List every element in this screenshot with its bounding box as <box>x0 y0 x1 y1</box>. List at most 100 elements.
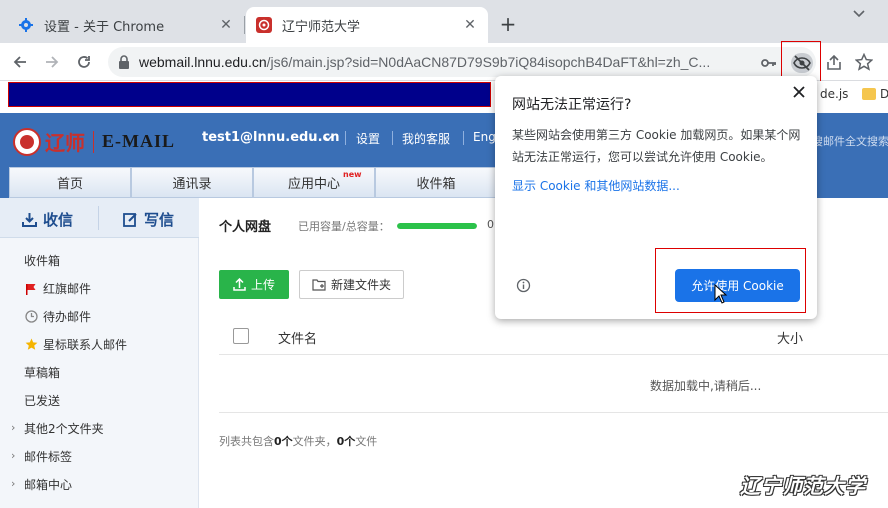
column-header-name[interactable]: 文件名 <box>278 328 317 347</box>
chevron-right-icon[interactable]: › <box>11 421 15 434</box>
folder-icon <box>862 88 876 100</box>
settings-link[interactable]: 设置 <box>356 130 380 147</box>
arrow-right-icon <box>46 56 59 68</box>
mouse-cursor-icon <box>714 284 728 304</box>
summary-suffix: 文件 <box>355 435 378 448</box>
tab-home[interactable]: 首页 <box>9 167 131 198</box>
url-text[interactable]: webmail.lnnu.edu.cn/js6/main.jsp?sid=N0d… <box>139 54 749 70</box>
sidebar-item-label: 红旗邮件 <box>43 282 92 296</box>
forward-button[interactable] <box>41 51 63 73</box>
column-header-size[interactable]: 大小 <box>777 328 803 347</box>
sidebar-item-label: 其他2个文件夹 <box>24 422 104 436</box>
select-all-checkbox[interactable] <box>233 328 249 344</box>
support-link[interactable]: 我的客服 <box>402 130 450 147</box>
close-icon[interactable]: ✕ <box>218 17 234 33</box>
chevron-down-icon[interactable] <box>322 132 334 144</box>
usage-label: 已用容量/总容量： <box>298 220 390 233</box>
allow-button-highlight-box <box>655 248 806 313</box>
page-title: 个人网盘 <box>219 220 272 235</box>
upload-button[interactable]: 上传 <box>219 270 289 299</box>
new-tab-button[interactable]: + <box>497 14 519 36</box>
new-badge: new <box>343 170 362 179</box>
info-icon[interactable] <box>516 278 531 293</box>
tab-app-center[interactable]: 应用中心 new <box>253 167 375 198</box>
sidebar-item-label: 星标联系人邮件 <box>43 338 128 352</box>
sidebar-item-other-folders[interactable]: 其他2个文件夹 <box>24 420 104 437</box>
sidebar-item-todo[interactable]: 待办邮件 <box>24 308 91 325</box>
summary-prefix: 列表共包含 <box>219 435 274 448</box>
sidebar-item-flagged[interactable]: 红旗邮件 <box>24 280 91 297</box>
tab-contacts[interactable]: 通讯录 <box>131 167 253 198</box>
usage-progress-bar <box>397 223 477 229</box>
arrow-left-icon <box>13 56 26 68</box>
compose-label: 写信 <box>144 211 175 229</box>
sidebar-item-starred[interactable]: 星标联系人邮件 <box>24 336 127 353</box>
sidebar-item-label: 待办邮件 <box>43 310 92 324</box>
show-cookies-link[interactable]: 显示 Cookie 和其他网站数据... <box>512 177 680 194</box>
mail-logo[interactable]: 辽师 E-MAIL <box>13 127 175 156</box>
sidebar-item-label: 邮箱中心 <box>24 478 73 492</box>
bookmark-star-icon[interactable] <box>855 53 873 71</box>
sidebar: 收信 写信 收件箱 红旗邮件 待办邮件 星标联系人邮件 草稿箱 已发送 › 其他… <box>0 198 199 508</box>
url-path: /js6/main.jsp?sid=N0dAaCN87D79S9b7iQ84is… <box>266 54 711 70</box>
sidebar-item-label: 收件箱 <box>24 254 61 268</box>
popup-title: 网站无法正常运行? <box>512 97 632 113</box>
university-watermark: 辽宁师范大学 <box>740 474 866 498</box>
new-folder-icon <box>312 279 326 291</box>
new-folder-label: 新建文件夹 <box>330 278 391 292</box>
logo-text: 辽师 <box>45 131 85 155</box>
new-folder-button[interactable]: 新建文件夹 <box>299 270 404 299</box>
clock-icon <box>24 310 38 324</box>
popup-body: 某些网站会使用第三方 Cookie 加载网页。如果某个网站无法正常运行，您可以尝… <box>512 128 801 164</box>
table-header: 文件名 大小 <box>219 319 888 355</box>
compose-button[interactable]: 写信 <box>123 209 174 230</box>
back-button[interactable] <box>9 51 31 73</box>
upload-icon <box>233 278 246 291</box>
loading-text: 数据加载中,请稍后... <box>650 379 762 393</box>
reload-button[interactable] <box>73 51 95 73</box>
download-icon <box>22 213 37 227</box>
user-account[interactable]: test1@lnnu.edu.cn <box>202 130 339 145</box>
close-icon[interactable]: ✕ <box>462 17 478 33</box>
university-seal-icon <box>13 127 41 156</box>
tab-inbox[interactable]: 收件箱 <box>375 167 497 198</box>
logo-email-text: E-MAIL <box>102 131 175 151</box>
reload-icon <box>78 56 90 68</box>
bookmark-item[interactable]: D <box>880 87 888 101</box>
address-bar[interactable]: webmail.lnnu.edu.cn/js6/main.jsp?sid=N0d… <box>108 47 841 77</box>
upload-label: 上传 <box>250 278 275 292</box>
redacted-bookmark-bar <box>8 82 491 107</box>
sidebar-item-label: 已发送 <box>24 394 61 408</box>
sidebar-item-sent[interactable]: 已发送 <box>24 392 60 409</box>
receive-label: 收信 <box>43 211 74 229</box>
tab-chrome-settings[interactable]: 设置 - 关于 Chrome ✕ <box>8 7 244 43</box>
tab-label: 首页 <box>56 177 83 192</box>
divider <box>345 131 346 145</box>
divider <box>219 412 888 413</box>
sidebar-item-mail-center[interactable]: 邮箱中心 <box>24 476 72 493</box>
tab-title: 辽宁师范大学 <box>282 19 361 35</box>
search-hint[interactable]: 搜邮件全文搜索 <box>812 133 888 149</box>
tab-title: 设置 - 关于 Chrome <box>44 19 165 35</box>
sidebar-item-drafts[interactable]: 草稿箱 <box>24 364 60 381</box>
chevron-down-icon[interactable] <box>852 8 870 24</box>
english-link[interactable]: Eng <box>473 130 496 144</box>
tab-label: 通讯录 <box>172 177 212 192</box>
sidebar-item-labels[interactable]: 邮件标签 <box>24 448 72 465</box>
key-icon[interactable] <box>760 54 778 72</box>
close-icon[interactable] <box>790 83 808 101</box>
divider <box>463 131 464 145</box>
share-icon[interactable] <box>825 54 843 72</box>
tab-label: 应用中心 <box>287 177 340 192</box>
tab-divider <box>244 16 245 34</box>
tab-lnnu[interactable]: 辽宁师范大学 ✕ <box>246 7 488 43</box>
receive-button[interactable]: 收信 <box>22 209 73 230</box>
chevron-right-icon[interactable]: › <box>11 449 15 462</box>
chevron-right-icon[interactable]: › <box>11 477 15 490</box>
star-icon <box>24 338 38 352</box>
sidebar-item-inbox[interactable]: 收件箱 <box>24 252 60 269</box>
summary-mid: 文件夹， <box>292 435 337 448</box>
bookmark-item[interactable]: de.js <box>820 87 848 101</box>
usage-text: 0 <box>487 218 494 231</box>
sidebar-item-label: 邮件标签 <box>24 450 73 464</box>
